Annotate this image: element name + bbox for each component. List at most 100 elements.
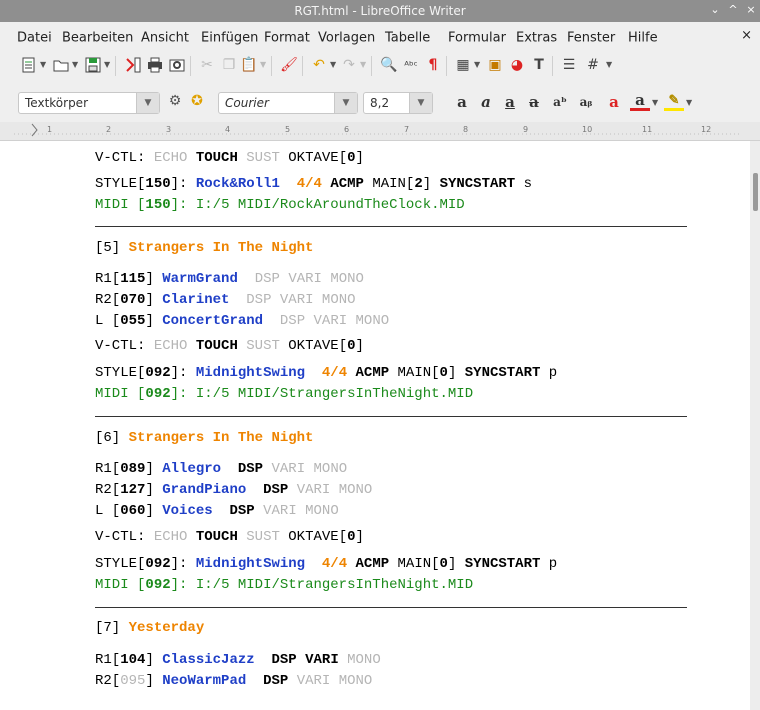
strikethrough-icon[interactable]: a <box>524 92 544 112</box>
formatting-marks-icon[interactable]: ¶ <box>424 56 442 74</box>
update-style-icon[interactable]: ⚙ <box>166 92 184 110</box>
midi-line: MIDI [092]: I:/5 MIDI/StrangersInTheNigh… <box>95 385 473 403</box>
menu-datei[interactable]: Datei <box>17 31 52 46</box>
toolbar-separator <box>271 56 272 76</box>
menu-extras[interactable]: Extras <box>516 31 557 46</box>
chevron-down-icon[interactable]: ▼ <box>360 60 366 69</box>
table-icon[interactable]: ▦ <box>454 56 472 74</box>
chevron-down-icon[interactable]: ▼ <box>606 60 612 69</box>
print-preview-icon[interactable] <box>168 56 186 74</box>
paragraph-style-value: Textkörper <box>25 96 88 110</box>
ruler-number: 8 <box>463 125 469 134</box>
chevron-down-icon[interactable]: ▼ <box>474 60 480 69</box>
clone-formatting-icon[interactable]: 🖌 <box>280 56 298 74</box>
voice-part: L [ <box>95 503 121 519</box>
vertical-scrollbar[interactable] <box>750 141 760 710</box>
mono-flag: MONO <box>321 292 356 308</box>
document-page[interactable]: V-CTL: ECHO TOUCH SUST OKTAVE[0] STYLE[15… <box>0 141 750 710</box>
vari-flag: VARI <box>271 461 306 477</box>
pdf-export-icon[interactable] <box>124 56 142 74</box>
dsp-flag: DSP <box>279 313 306 329</box>
underline-icon[interactable]: a <box>500 92 520 112</box>
new-style-icon[interactable]: ✪ <box>188 92 206 110</box>
menu-fenster[interactable]: Fenster <box>567 31 615 46</box>
horizontal-ruler[interactable]: 1 2 3 4 5 6 7 8 9 10 11 12 <box>0 122 760 141</box>
style-name: MidnightSwing <box>195 556 306 572</box>
chart-icon[interactable]: ◕ <box>508 56 526 74</box>
voice-name: ClassicJazz <box>162 652 255 668</box>
voice-number: 127 <box>120 482 146 498</box>
syncstart-flag: SYNCSTART <box>439 176 516 192</box>
open-folder-icon[interactable] <box>52 56 70 74</box>
voice-part: R2[ <box>95 673 121 689</box>
chevron-down-icon[interactable]: ▼ <box>136 93 159 113</box>
superscript-icon[interactable]: aᵇ <box>550 92 570 112</box>
separator-line <box>95 226 687 227</box>
clear-formatting-icon[interactable]: a <box>604 92 624 112</box>
menu-formular[interactable]: Formular <box>448 31 506 46</box>
sust-flag: SUST <box>246 150 280 166</box>
cut-icon[interactable]: ✂ <box>198 56 216 74</box>
toolbar-separator <box>302 56 303 76</box>
italic-icon[interactable]: a <box>476 92 496 112</box>
undo-icon[interactable]: ↶ <box>310 56 328 74</box>
acmp-flag: ACMP <box>355 556 390 572</box>
chevron-down-icon[interactable]: ▼ <box>334 93 357 113</box>
menu-einfuegen[interactable]: Einfügen <box>201 31 258 46</box>
voice-number: 089 <box>120 461 146 477</box>
voice-line: L [060] Voices DSP VARI MONO <box>95 502 339 520</box>
redo-icon[interactable]: ↷ <box>340 56 358 74</box>
chevron-down-icon[interactable]: ▼ <box>40 60 46 69</box>
spelling-icon[interactable]: ᴬᵇᶜ <box>402 56 420 74</box>
toolbar-separator <box>446 56 447 76</box>
ruler-number: 12 <box>701 125 712 134</box>
close-document-icon[interactable]: × <box>741 28 752 43</box>
page-break-icon[interactable]: ☰ <box>560 56 578 74</box>
field-icon[interactable]: # <box>584 56 602 74</box>
menu-bearbeiten[interactable]: Bearbeiten <box>62 31 133 46</box>
menu-format[interactable]: Format <box>264 31 310 46</box>
menu-tabelle[interactable]: Tabelle <box>385 31 430 46</box>
voice-line: R1[089] Allegro DSP VARI MONO <box>95 460 347 478</box>
toolbar-separator <box>190 56 191 76</box>
paragraph-style-select[interactable]: Textkörper ▼ <box>18 92 160 114</box>
image-icon[interactable]: ▣ <box>486 56 504 74</box>
new-document-icon[interactable] <box>20 56 38 74</box>
highlight-icon[interactable]: ✎ <box>664 92 684 111</box>
chevron-down-icon[interactable]: ▼ <box>72 60 78 69</box>
save-icon[interactable] <box>84 56 102 74</box>
font-color-icon[interactable]: a <box>630 91 650 111</box>
separator-line <box>95 416 687 417</box>
midi-number: 092 <box>145 577 171 593</box>
font-name-select[interactable]: Courier ▼ <box>218 92 358 114</box>
menu-hilfe[interactable]: Hilfe <box>628 31 658 46</box>
chevron-down-icon[interactable]: ▼ <box>652 98 658 107</box>
chevron-down-icon[interactable]: ▼ <box>686 98 692 107</box>
voice-name: GrandPiano <box>162 482 247 498</box>
copy-icon[interactable]: ❐ <box>220 56 238 74</box>
toolbar-separator <box>371 56 372 76</box>
maximize-icon[interactable]: ^ <box>726 3 740 16</box>
minimize-icon[interactable]: ⌄ <box>708 3 722 16</box>
chevron-down-icon[interactable]: ▼ <box>260 60 266 69</box>
chevron-down-icon[interactable]: ▼ <box>104 60 110 69</box>
song-index: [7] <box>95 620 121 636</box>
print-icon[interactable] <box>146 56 164 74</box>
close-window-icon[interactable]: × <box>744 3 758 16</box>
menu-vorlagen[interactable]: Vorlagen <box>318 31 375 46</box>
scrollbar-thumb[interactable] <box>753 173 758 211</box>
subscript-icon[interactable]: aᵦ <box>576 92 596 112</box>
style-name: MidnightSwing <box>195 365 306 381</box>
bold-icon[interactable]: a <box>452 92 472 112</box>
find-replace-icon[interactable]: 🔍 <box>380 56 398 74</box>
menu-ansicht[interactable]: Ansicht <box>141 31 189 46</box>
chevron-down-icon[interactable]: ▼ <box>330 60 336 69</box>
separator-line <box>95 607 687 608</box>
dsp-flag: DSP <box>254 271 280 287</box>
touch-flag: TOUCH <box>195 529 238 545</box>
paste-icon[interactable]: 📋 <box>240 56 258 74</box>
chevron-down-icon[interactable]: ▼ <box>409 93 432 113</box>
vctl-line: V-CTL: ECHO TOUCH SUST OKTAVE[0] <box>95 149 364 167</box>
textbox-icon[interactable]: T <box>530 56 548 74</box>
font-size-select[interactable]: 8,2 ▼ <box>363 92 433 114</box>
